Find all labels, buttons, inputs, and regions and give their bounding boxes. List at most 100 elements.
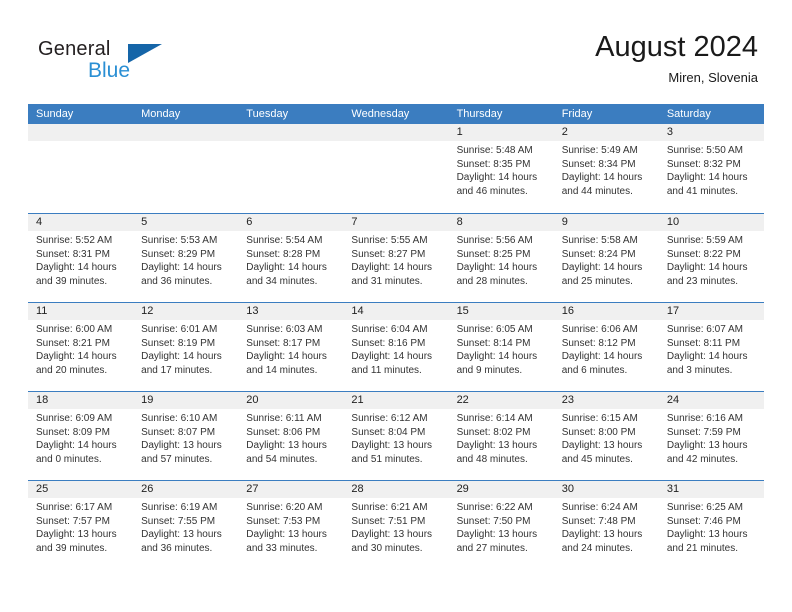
sunset-text: Sunset: 8:32 PM [666,158,741,170]
day-number: 30 [553,481,659,498]
day-cell[interactable]: 21 Sunrise: 6:12 AM Sunset: 8:04 PM Dayl… [343,392,449,480]
day-number: 9 [553,214,659,231]
day-cell[interactable] [133,124,239,213]
day-cell[interactable]: 1 Sunrise: 5:48 AM Sunset: 8:35 PM Dayli… [448,124,554,213]
day-cell[interactable]: 26 Sunrise: 6:19 AM Sunset: 7:55 PM Dayl… [133,481,239,569]
day-cell[interactable]: 18 Sunrise: 6:09 AM Sunset: 8:09 PM Dayl… [28,392,134,480]
sunrise-text: Sunrise: 6:12 AM [351,413,428,424]
day-details: Sunrise: 5:50 AM Sunset: 8:32 PM Dayligh… [659,141,764,198]
daylight-text: Daylight: 14 hours and 9 minutes. [456,351,538,376]
day-cell[interactable] [343,124,449,213]
sunset-text: Sunset: 8:00 PM [561,426,636,438]
day-cell[interactable]: 19 Sunrise: 6:10 AM Sunset: 8:07 PM Dayl… [133,392,239,480]
daylight-text: Daylight: 14 hours and 36 minutes. [141,262,222,287]
logo-triangle-icon [128,44,162,63]
day-cell[interactable]: 27 Sunrise: 6:20 AM Sunset: 7:53 PM Dayl… [238,481,344,569]
sunrise-text: Sunrise: 6:07 AM [666,324,743,335]
day-details: Sunrise: 6:04 AM Sunset: 8:16 PM Dayligh… [343,320,448,377]
day-cell[interactable] [238,124,344,213]
daylight-text: Daylight: 13 hours and 33 minutes. [246,529,327,554]
daylight-text: Daylight: 13 hours and 24 minutes. [561,529,643,554]
day-cell[interactable]: 17 Sunrise: 6:07 AM Sunset: 8:11 PM Dayl… [658,303,764,391]
day-cell[interactable]: 11 Sunrise: 6:00 AM Sunset: 8:21 PM Dayl… [28,303,134,391]
day-cell[interactable]: 24 Sunrise: 6:16 AM Sunset: 7:59 PM Dayl… [658,392,764,480]
weekday-header-wednesday: Wednesday [351,108,410,120]
day-cell[interactable]: 16 Sunrise: 6:06 AM Sunset: 8:12 PM Dayl… [553,303,659,391]
sunrise-text: Sunrise: 6:09 AM [36,413,113,424]
sunset-text: Sunset: 8:04 PM [351,426,426,438]
sunset-text: Sunset: 8:14 PM [456,337,531,349]
day-details: Sunrise: 6:00 AM Sunset: 8:21 PM Dayligh… [28,320,133,377]
day-details: Sunrise: 5:52 AM Sunset: 8:31 PM Dayligh… [28,231,133,288]
day-cell[interactable]: 3 Sunrise: 5:50 AM Sunset: 8:32 PM Dayli… [658,124,764,213]
day-cell[interactable]: 8 Sunrise: 5:56 AM Sunset: 8:25 PM Dayli… [448,214,554,302]
day-number: 7 [343,214,449,231]
logo-text-blue: Blue [88,59,131,82]
day-number: 6 [238,214,344,231]
day-number: 17 [658,303,764,320]
day-cell[interactable]: 4 Sunrise: 5:52 AM Sunset: 8:31 PM Dayli… [28,214,134,302]
sunrise-text: Sunrise: 5:55 AM [351,235,428,246]
day-details: Sunrise: 5:58 AM Sunset: 8:24 PM Dayligh… [554,231,659,288]
day-cell[interactable]: 15 Sunrise: 6:05 AM Sunset: 8:14 PM Dayl… [448,303,554,391]
day-cell[interactable]: 25 Sunrise: 6:17 AM Sunset: 7:57 PM Dayl… [28,481,134,569]
day-number: 5 [133,214,239,231]
day-cell[interactable]: 31 Sunrise: 6:25 AM Sunset: 7:46 PM Dayl… [658,481,764,569]
day-cell[interactable]: 6 Sunrise: 5:54 AM Sunset: 8:28 PM Dayli… [238,214,344,302]
day-cell[interactable]: 12 Sunrise: 6:01 AM Sunset: 8:19 PM Dayl… [133,303,239,391]
sunrise-text: Sunrise: 6:14 AM [456,413,533,424]
sunset-text: Sunset: 8:35 PM [456,158,531,170]
day-cell[interactable]: 9 Sunrise: 5:58 AM Sunset: 8:24 PM Dayli… [553,214,659,302]
day-cell[interactable]: 7 Sunrise: 5:55 AM Sunset: 8:27 PM Dayli… [343,214,449,302]
day-number: 14 [343,303,449,320]
weekday-header-monday: Monday [141,108,181,120]
day-cell[interactable]: 28 Sunrise: 6:21 AM Sunset: 7:51 PM Dayl… [343,481,449,569]
day-cell[interactable] [28,124,134,213]
sunset-text: Sunset: 7:53 PM [246,515,321,527]
daylight-text: Daylight: 14 hours and 44 minutes. [561,172,643,197]
sunrise-text: Sunrise: 6:05 AM [456,324,533,335]
day-details: Sunrise: 6:03 AM Sunset: 8:17 PM Dayligh… [238,320,343,377]
day-details: Sunrise: 6:24 AM Sunset: 7:48 PM Dayligh… [554,498,659,555]
day-cell[interactable]: 2 Sunrise: 5:49 AM Sunset: 8:34 PM Dayli… [553,124,659,213]
sunrise-text: Sunrise: 6:17 AM [36,502,113,513]
day-cell[interactable]: 5 Sunrise: 5:53 AM Sunset: 8:29 PM Dayli… [133,214,239,302]
sunrise-text: Sunrise: 5:49 AM [561,145,638,156]
daylight-text: Daylight: 14 hours and 23 minutes. [666,262,748,287]
daylight-text: Daylight: 13 hours and 54 minutes. [246,440,327,465]
day-cell[interactable]: 14 Sunrise: 6:04 AM Sunset: 8:16 PM Dayl… [343,303,449,391]
daylight-text: Daylight: 14 hours and 17 minutes. [141,351,222,376]
day-cell[interactable]: 10 Sunrise: 5:59 AM Sunset: 8:22 PM Dayl… [658,214,764,302]
sunset-text: Sunset: 8:24 PM [561,248,636,260]
day-cell[interactable]: 23 Sunrise: 6:15 AM Sunset: 8:00 PM Dayl… [553,392,659,480]
sunrise-text: Sunrise: 6:21 AM [351,502,428,513]
day-number: 4 [28,214,134,231]
day-cell[interactable]: 22 Sunrise: 6:14 AM Sunset: 8:02 PM Dayl… [448,392,554,480]
day-cell[interactable]: 30 Sunrise: 6:24 AM Sunset: 7:48 PM Dayl… [553,481,659,569]
day-cell[interactable]: 29 Sunrise: 6:22 AM Sunset: 7:50 PM Dayl… [448,481,554,569]
sunrise-text: Sunrise: 6:04 AM [351,324,428,335]
weekday-header-friday: Friday [561,108,593,120]
sunrise-text: Sunrise: 5:48 AM [456,145,533,156]
day-details: Sunrise: 6:09 AM Sunset: 8:09 PM Dayligh… [28,409,133,466]
day-number [238,124,344,141]
sunrise-text: Sunrise: 6:11 AM [246,413,322,424]
sunset-text: Sunset: 8:31 PM [36,248,110,260]
title-block: August 2024 Miren, Slovenia [595,30,758,88]
sunset-text: Sunset: 7:50 PM [456,515,531,527]
sunrise-text: Sunrise: 6:24 AM [561,502,638,513]
daylight-text: Daylight: 13 hours and 21 minutes. [666,529,748,554]
day-number: 8 [448,214,554,231]
general-blue-logo[interactable]: General Blue [38,38,168,84]
day-cell[interactable]: 13 Sunrise: 6:03 AM Sunset: 8:17 PM Dayl… [238,303,344,391]
day-details [238,141,343,144]
day-number: 12 [133,303,239,320]
day-cell[interactable]: 20 Sunrise: 6:11 AM Sunset: 8:06 PM Dayl… [238,392,344,480]
day-details: Sunrise: 6:10 AM Sunset: 8:07 PM Dayligh… [133,409,238,466]
daylight-text: Daylight: 14 hours and 20 minutes. [36,351,117,376]
day-number [133,124,239,141]
day-number: 13 [238,303,344,320]
week-row: 4 Sunrise: 5:52 AM Sunset: 8:31 PM Dayli… [28,213,764,302]
day-details: Sunrise: 6:15 AM Sunset: 8:00 PM Dayligh… [554,409,659,466]
sunset-text: Sunset: 8:12 PM [561,337,636,349]
